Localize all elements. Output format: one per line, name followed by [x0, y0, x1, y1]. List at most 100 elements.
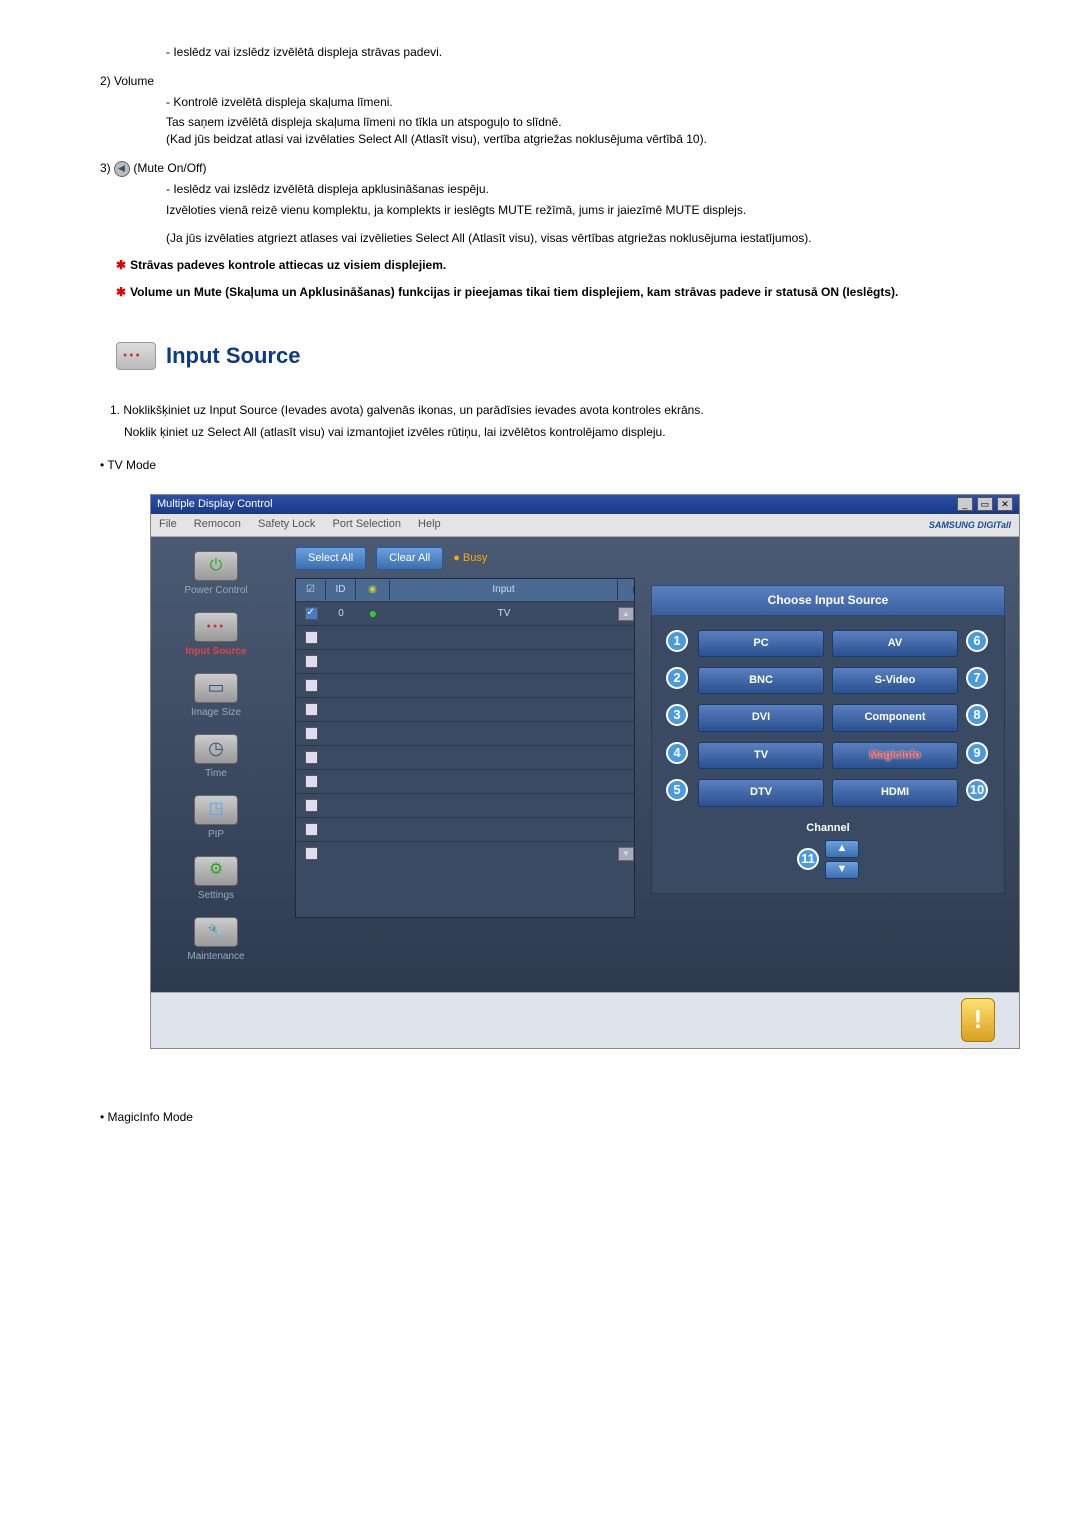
row-checkbox[interactable] [305, 799, 318, 812]
status-green-icon: ● [369, 605, 377, 621]
star-note-2: ✱ Volume un Mute (Skaļuma un Apklusināšan… [116, 284, 1010, 301]
row-checkbox[interactable] [305, 823, 318, 836]
volume-line3: (Kad jūs beidzat atlasi vai izvēlaties S… [166, 131, 1010, 148]
nav-settings[interactable]: Settings [157, 856, 275, 903]
star-icon: ✱ [116, 285, 126, 299]
table-row[interactable]: 0 ● TV ▲ [296, 601, 634, 625]
row-checkbox[interactable] [305, 631, 318, 644]
titlebar: Multiple Display Control _ ▭ ✕ [151, 495, 1019, 514]
nav-label: Time [205, 768, 227, 779]
table-row[interactable] [296, 793, 634, 817]
close-icon[interactable]: ✕ [997, 497, 1013, 511]
star-note-1-text: Strāvas padeves kontrole attiecas uz vis… [130, 258, 446, 272]
nav-power-control[interactable]: Power Control [157, 551, 275, 598]
side-nav: Power Control Input Source Image Size Ti… [151, 537, 281, 992]
info-icon[interactable]: ! [961, 998, 995, 1042]
row-checkbox[interactable] [305, 607, 318, 620]
mute-line1: - Ieslēdz vai izslēdz izvēlētā displeja … [166, 181, 1010, 198]
nav-label: Input Source [185, 646, 246, 657]
badge-11: 11 [797, 848, 819, 870]
volume-line2: Tas saņem izvēlētā displeja skaļuma līme… [166, 114, 1010, 131]
item-3-label: (Mute On/Off) [133, 161, 206, 175]
status-dot-icon: ◉ [368, 584, 377, 595]
source-svideo-button[interactable]: S-Video [832, 667, 958, 694]
col-status: ◉ [356, 580, 390, 600]
badge-8: 8 [966, 704, 988, 726]
step-1b: Noklik ķiniet uz Select All (atlasīt vis… [124, 424, 1010, 441]
app-screenshot: Multiple Display Control _ ▭ ✕ File Remo… [150, 494, 1020, 1049]
row-checkbox[interactable] [305, 751, 318, 764]
nav-label: Power Control [184, 585, 247, 596]
select-all-button[interactable]: Select All [295, 547, 366, 570]
table-row[interactable] [296, 817, 634, 841]
source-component-button[interactable]: Component [832, 704, 958, 731]
source-dtv-button[interactable]: DTV [698, 779, 824, 806]
source-tv-button[interactable]: TV [698, 742, 824, 769]
table-row[interactable] [296, 673, 634, 697]
badge-6: 6 [966, 630, 988, 652]
badge-3: 3 [666, 704, 688, 726]
channel-up-button[interactable]: ▲ [825, 840, 859, 858]
scroll-up-icon[interactable]: ▲ [618, 607, 634, 621]
volume-line1: - Kontrolē izvelētā displeja skaļuma līm… [166, 94, 1010, 111]
nav-label: Settings [198, 890, 234, 901]
source-av-button[interactable]: AV [832, 630, 958, 657]
table-row[interactable] [296, 721, 634, 745]
row-checkbox[interactable] [305, 775, 318, 788]
row-checkbox[interactable] [305, 679, 318, 692]
source-dvi-button[interactable]: DVI [698, 704, 824, 731]
menu-remocon[interactable]: Remocon [194, 518, 241, 530]
nav-input-source[interactable]: Input Source [157, 612, 275, 659]
menu-help[interactable]: Help [418, 518, 441, 530]
nav-label: PIP [208, 829, 224, 840]
clear-all-button[interactable]: Clear All [376, 547, 443, 570]
source-pc-button[interactable]: PC [698, 630, 824, 657]
minimize-icon[interactable]: _ [957, 497, 973, 511]
maintenance-icon [194, 917, 238, 947]
col-input: Input [390, 580, 618, 600]
nav-label: Image Size [191, 707, 241, 718]
table-row[interactable] [296, 625, 634, 649]
maximize-icon[interactable]: ▭ [977, 497, 993, 511]
mute-line3: (Ja jūs izvēlaties atgriezt atlases vai … [166, 230, 1010, 247]
menubar: File Remocon Safety Lock Port Selection … [151, 514, 1019, 536]
table-row[interactable] [296, 769, 634, 793]
menu-port-selection[interactable]: Port Selection [332, 518, 400, 530]
channel-down-button[interactable]: ▼ [825, 861, 859, 879]
menu-file[interactable]: File [159, 518, 177, 530]
time-icon [194, 734, 238, 764]
section-heading: Input Source [116, 341, 1010, 372]
table-row[interactable] [296, 649, 634, 673]
row-checkbox[interactable] [305, 727, 318, 740]
star-note-2-text: Volume un Mute (Skaļuma un Apklusināšana… [130, 285, 898, 299]
brand-logo: SAMSUNG DIGITall [929, 519, 1011, 532]
table-row[interactable] [296, 745, 634, 769]
row-checkbox[interactable] [305, 847, 318, 860]
source-bnc-button[interactable]: BNC [698, 667, 824, 694]
source-magicinfo-button[interactable]: MagicInfo [832, 742, 958, 769]
scroll-down-icon[interactable]: ▼ [618, 847, 634, 861]
section-title: Input Source [166, 341, 300, 372]
menu-safety-lock[interactable]: Safety Lock [258, 518, 315, 530]
settings-icon [194, 856, 238, 886]
badge-10: 10 [966, 779, 988, 801]
nav-label: Maintenance [187, 951, 244, 962]
step-1: 1. Noklikšķiniet uz Input Source (Ievade… [110, 402, 1010, 419]
source-hdmi-button[interactable]: HDMI [832, 779, 958, 806]
input-source-icon [116, 342, 156, 370]
nav-image-size[interactable]: Image Size [157, 673, 275, 720]
nav-pip[interactable]: PIP [157, 795, 275, 842]
nav-time[interactable]: Time [157, 734, 275, 781]
power-desc: - Ieslēdz vai izslēdz izvēlētā displeja … [166, 44, 1010, 61]
table-row[interactable]: ▼ [296, 841, 634, 865]
badge-9: 9 [966, 742, 988, 764]
row-checkbox[interactable] [305, 703, 318, 716]
mute-icon [114, 161, 130, 177]
grid-header: ☑ ID ◉ Input [296, 579, 634, 601]
table-row[interactable] [296, 697, 634, 721]
badge-7: 7 [966, 667, 988, 689]
main-panel: Select All Clear All Busy ☑ ID ◉ Input 0 [281, 537, 1019, 992]
mute-line2: Izvēloties vienā reizē vienu komplektu, … [166, 202, 1010, 219]
row-checkbox[interactable] [305, 655, 318, 668]
nav-maintenance[interactable]: Maintenance [157, 917, 275, 964]
